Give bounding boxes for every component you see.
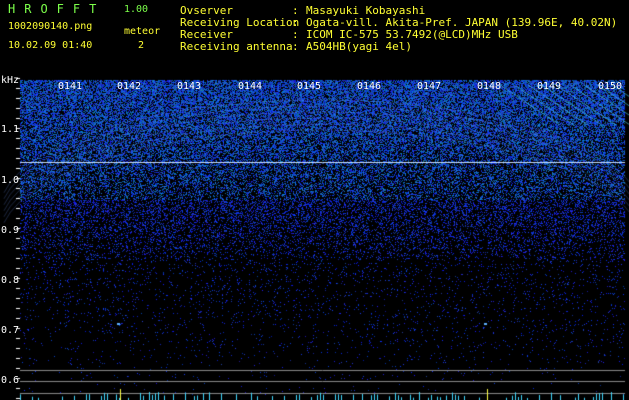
antenna-value: A504HB(yagi 4el): [306, 40, 412, 53]
time-marker-0147: 0147: [417, 81, 442, 92]
time-marker-0146: 0146: [357, 81, 382, 92]
capture-datetime: 10.02.09 01:40: [8, 40, 93, 51]
time-marker-0148: 0148: [477, 81, 502, 92]
axis-unit-label: kHz: [1, 75, 20, 86]
time-marker-0150: 0150: [598, 81, 623, 92]
app-title: HROFFT: [8, 2, 106, 16]
meteor-label: meteor: [124, 26, 161, 37]
time-marker-0149: 0149: [537, 81, 562, 92]
axis-tick-0-7: 0.7: [1, 325, 20, 336]
antenna-key: Receiving antenna: [180, 40, 293, 53]
time-marker-0144: 0144: [238, 81, 263, 92]
time-marker-0143: 0143: [177, 81, 202, 92]
antenna-sep: :: [292, 40, 299, 53]
time-marker-0141: 0141: [58, 81, 83, 92]
axis-tick-1-0: 1.0: [1, 175, 20, 186]
axis-tick-1-1: 1.1: [1, 124, 20, 135]
axis-tick-0-8: 0.8: [1, 275, 20, 286]
app-version: 1.00: [124, 4, 149, 15]
axis-tick-0-6: 0.6: [1, 375, 20, 386]
image-filename: 1002090140.png: [8, 21, 93, 32]
time-marker-0145: 0145: [297, 81, 322, 92]
axis-tick-0-9: 0.9: [1, 225, 20, 236]
time-marker-0142: 0142: [117, 81, 142, 92]
spectrogram-canvas: [0, 0, 629, 400]
hrofft-window: HROFFT 1.00 1002090140.png 10.02.09 01:4…: [0, 0, 629, 400]
meteor-count: 2: [138, 40, 145, 51]
